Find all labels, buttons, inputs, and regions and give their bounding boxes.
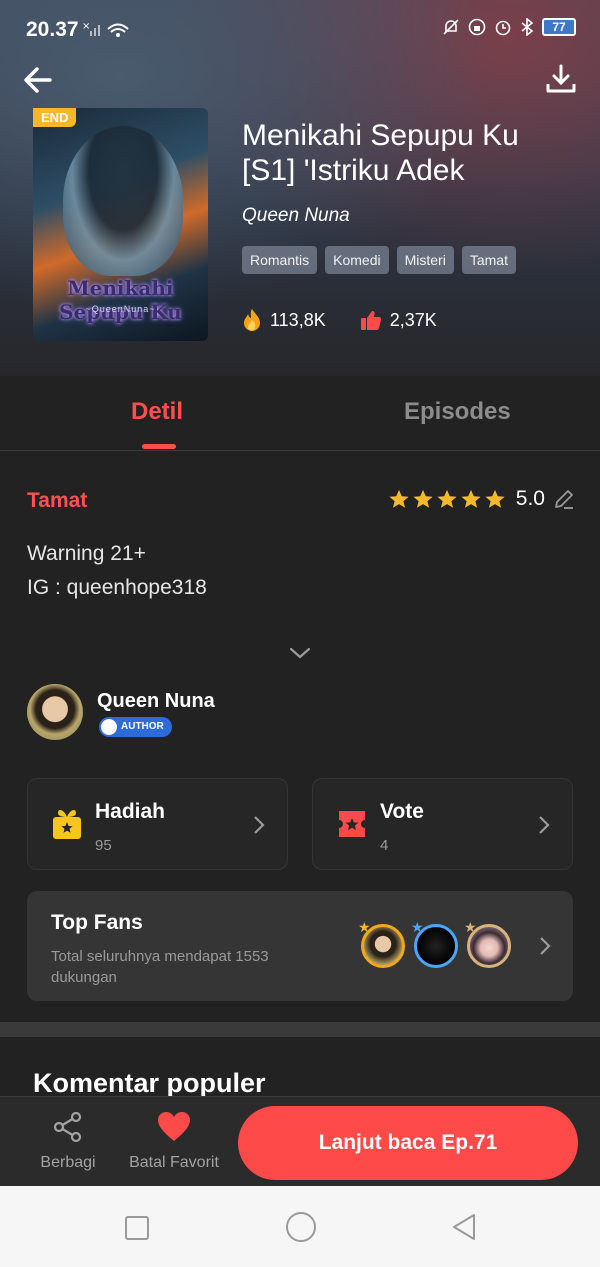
fan-avatar[interactable]: ★ [411,919,458,968]
book-cover[interactable]: Menikahi Sepupu Ku ~QueenNuna~ [33,108,208,341]
status-bar: 20.37 × 77 [0,0,600,60]
tag[interactable]: Komedi [325,246,389,274]
favorite-label: Batal Favorit [129,1154,219,1171]
chevron-down-icon[interactable] [288,645,312,661]
vote-card[interactable]: Vote 4 [312,778,573,870]
heart-icon [158,1112,190,1141]
vote-count: 4 [380,837,389,854]
thumbs-up-icon [360,311,381,330]
author-row-name[interactable]: Queen Nuna [97,690,215,713]
description-line: IG : queenhope318 [27,576,207,599]
cover-subtitle: ~QueenNuna~ [85,304,156,314]
share-icon [53,1111,82,1143]
likes-stat: 2,37K [360,309,437,331]
svg-text:×: × [82,21,90,32]
cover-portrait [63,126,183,276]
crown-icon: ★ [358,919,371,935]
bluetooth-icon [521,18,534,36]
book-detail-screen: 20.37 × 77 Menikahi Sepupu Ku ~QueenNuna… [0,0,600,1267]
mute-icon [443,19,459,35]
chevron-right-icon [254,816,265,834]
home-button[interactable] [286,1212,316,1242]
tab-bar: Detil Episodes [0,376,600,451]
author-badge-label: AUTHOR [121,721,164,732]
book-status: Tamat [27,489,88,512]
author-badge-icon [101,719,117,735]
gift-card[interactable]: Hadiah 95 [27,778,288,870]
fan-avatar[interactable]: ★ [358,919,405,968]
tag[interactable]: Misteri [396,246,454,274]
bottom-action-bar: Berbagi Batal Favorit Lanjut baca Ep.71 [0,1096,600,1186]
views-stat: 113,8K [242,308,326,332]
book-stats: 113,8K 2,37K [242,308,437,332]
status-icons: 77 [442,18,576,36]
tag[interactable]: Tamat [461,246,516,274]
battery-icon: 77 [542,18,576,36]
section-divider [0,1022,600,1037]
chevron-right-icon [539,816,550,834]
book-author[interactable]: Queen Nuna [242,205,350,227]
ticket-icon [339,811,365,837]
top-fans-card[interactable]: Top Fans Total seluruhnya mendapat 1553 … [27,891,573,1001]
views-count: 113,8K [270,309,326,330]
likes-count: 2,37K [389,309,437,330]
star-icon [413,489,433,508]
unfavorite-button[interactable]: Batal Favorit [122,1111,226,1172]
tab-episodes[interactable]: Episodes [404,398,511,426]
tab-detail[interactable]: Detil [131,398,183,426]
alarm-icon [495,20,511,36]
edit-pencil-icon[interactable] [553,488,575,510]
star-icon [485,489,505,508]
back-arrow-icon[interactable] [20,62,56,98]
gift-icon [53,810,81,839]
star-icon [437,489,457,508]
fire-icon [244,309,260,331]
end-badge: END [33,108,77,127]
author-badge: AUTHOR [99,717,172,737]
book-description: Warning 21+ IG : queenhope318 [27,537,207,605]
tag[interactable]: Romantis [242,246,318,274]
avatar[interactable] [27,684,83,740]
star-icon [389,489,409,508]
chevron-right-icon [540,937,551,955]
lock-icon [468,18,486,36]
download-icon[interactable] [544,62,578,96]
share-button[interactable]: Berbagi [32,1111,104,1172]
tab-indicator [142,444,176,449]
gift-count: 95 [95,837,112,854]
crown-icon: ★ [464,919,477,935]
cover-title: Menikahi Sepupu Ku [59,276,182,324]
description-line: Warning 21+ [27,542,146,565]
crown-icon: ★ [411,919,424,935]
top-fans-description: Total seluruhnya mendapat 1553 dukungan [51,948,269,986]
book-title: Menikahi Sepupu Ku [S1] 'Istriku Adek [242,119,519,187]
comments-title: Komentar populer [33,1068,266,1098]
rating: 5.0 [388,487,575,511]
star-icon [461,489,481,508]
fan-avatar[interactable]: ★ [464,919,511,968]
back-triangle-icon[interactable] [450,1213,478,1241]
signal-wifi-icon: × [82,21,129,37]
rating-value: 5.0 [515,487,545,510]
share-label: Berbagi [40,1154,96,1171]
vote-title: Vote [380,800,424,823]
tag-list: Romantis Komedi Misteri Tamat [242,246,516,274]
system-navigation-bar [0,1186,600,1267]
recents-button[interactable] [125,1216,149,1240]
gift-title: Hadiah [95,800,166,823]
continue-reading-button[interactable]: Lanjut baca Ep.71 [238,1106,578,1180]
top-fans-title: Top Fans [51,911,143,934]
book-header: 20.37 × 77 Menikahi Sepupu Ku ~QueenNuna… [0,0,600,376]
status-time: 20.37 [26,18,79,41]
